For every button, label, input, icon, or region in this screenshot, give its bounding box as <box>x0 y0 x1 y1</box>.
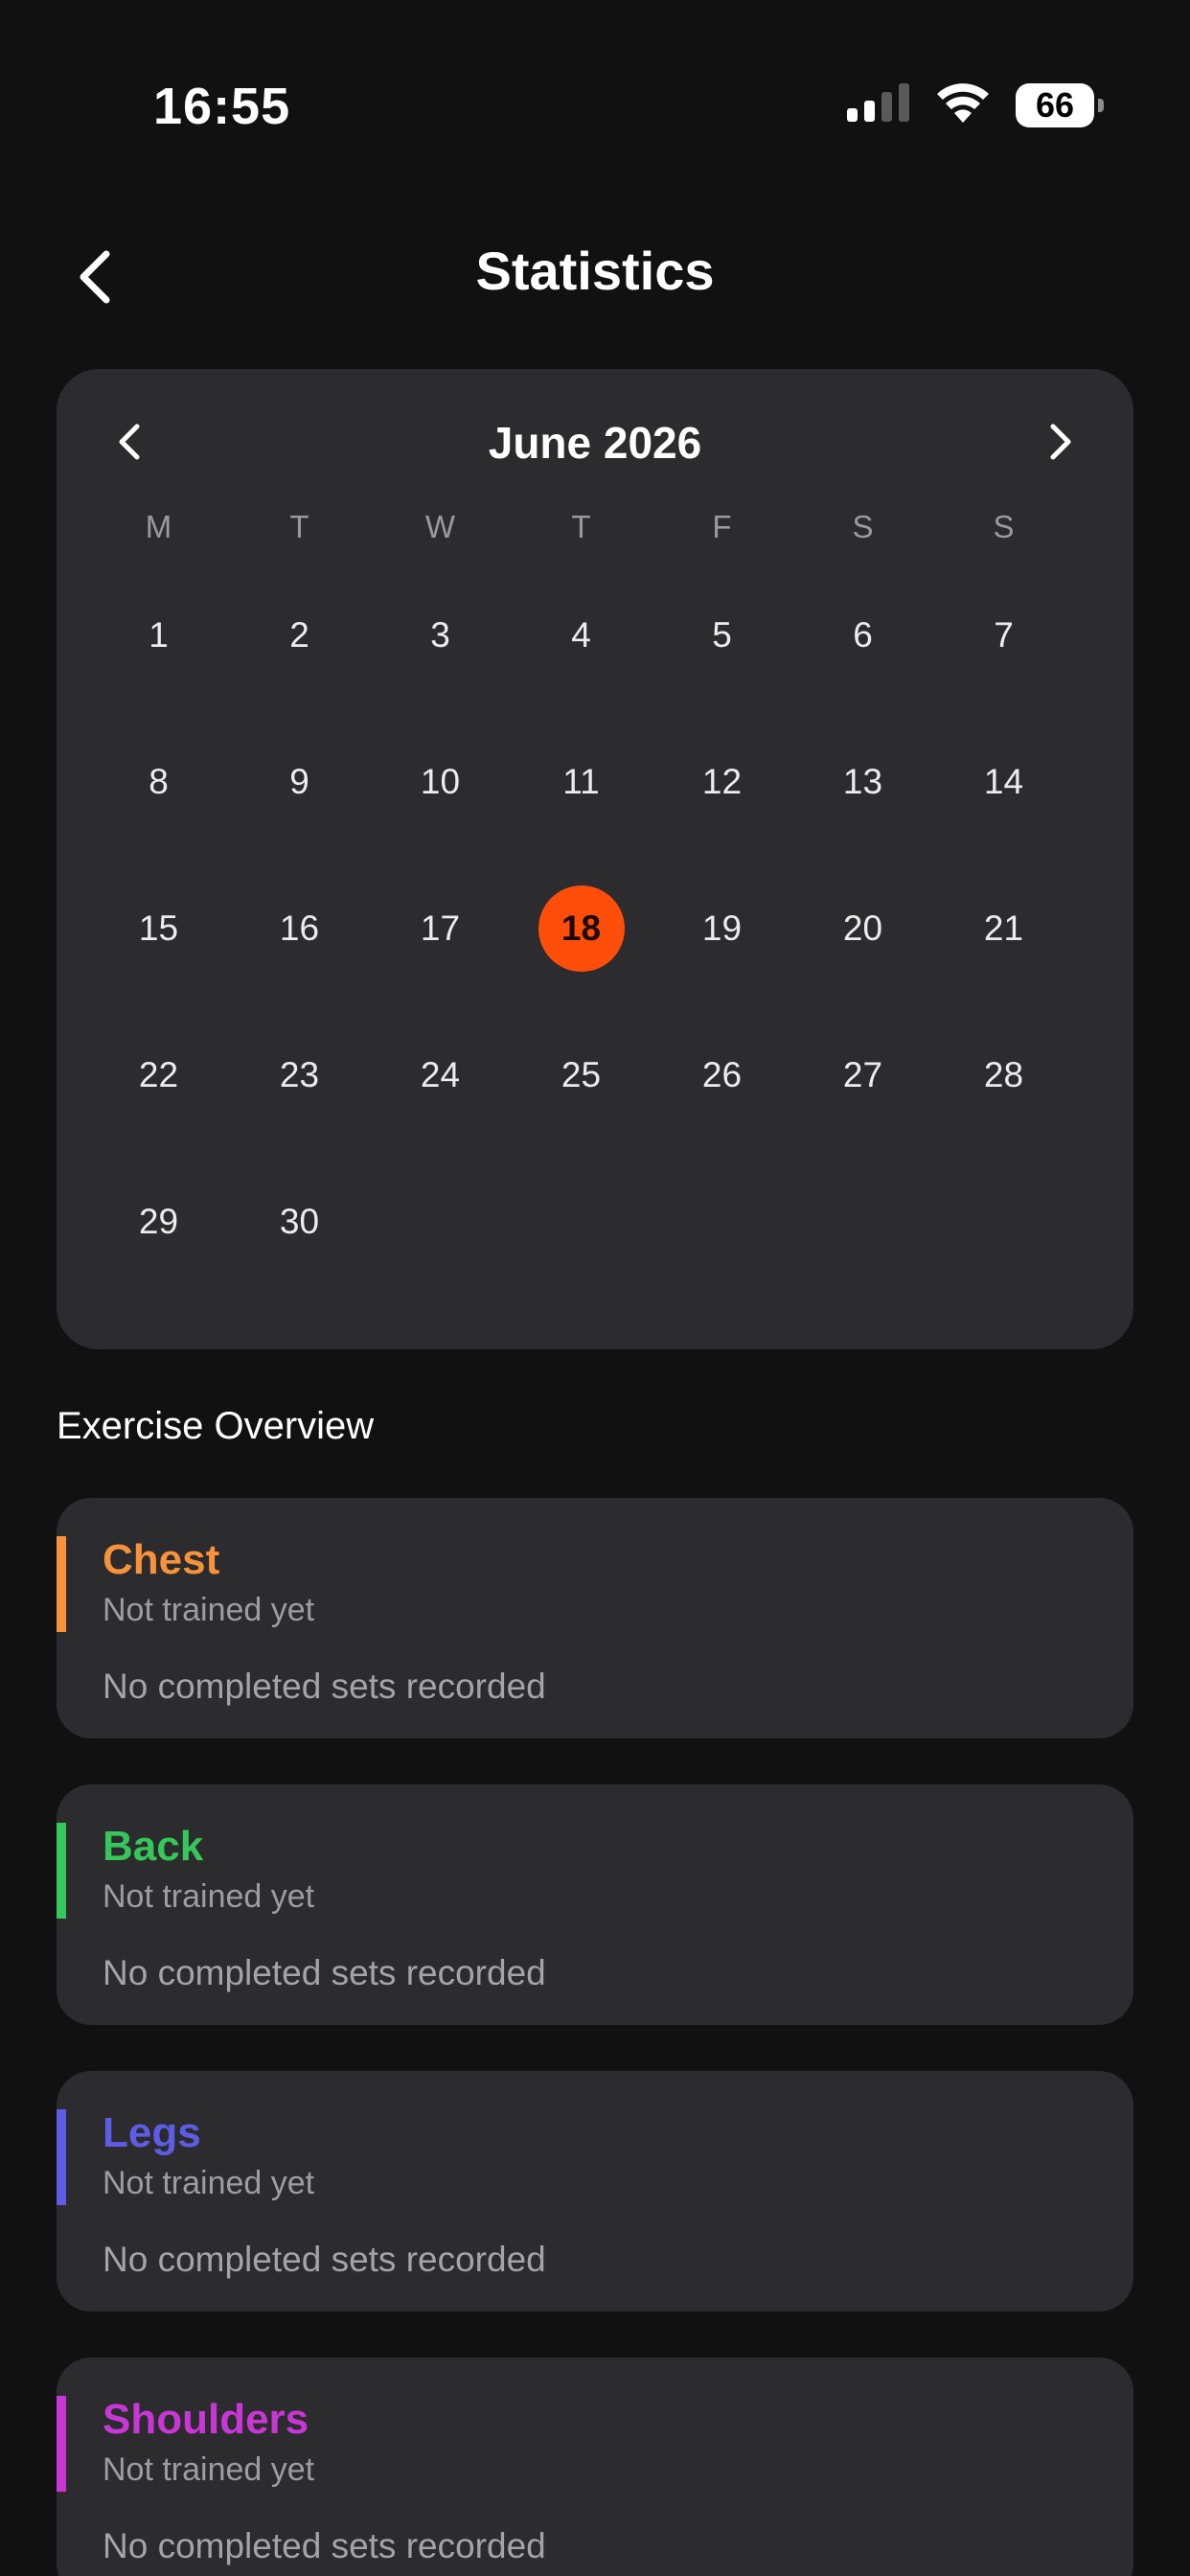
cellular-signal-icon <box>847 83 910 126</box>
weekday-label: F <box>712 509 732 544</box>
exercise-status: Not trained yet <box>103 2451 315 2488</box>
chevron-right-icon <box>1047 423 1074 466</box>
calendar-week: 15 16 17 18 19 20 21 <box>88 886 1074 972</box>
exercise-sets-summary: No completed sets recorded <box>103 1953 546 1992</box>
exercise-card-back[interactable]: Back Not trained yet No completed sets r… <box>57 1784 1133 2025</box>
exercise-sets-summary: No completed sets recorded <box>103 2240 546 2279</box>
exercise-status: Not trained yet <box>103 2165 315 2201</box>
weekday-label: S <box>852 509 874 544</box>
header: Statistics <box>0 226 1190 322</box>
status-icons: 66 <box>847 82 1104 127</box>
weekday-header: M T W T F S S <box>88 509 1074 545</box>
calendar-day[interactable]: 21 <box>961 886 1047 972</box>
exercise-card-legs[interactable]: Legs Not trained yet No completed sets r… <box>57 2071 1133 2312</box>
exercise-card-shoulders[interactable]: Shoulders Not trained yet No completed s… <box>57 2358 1133 2576</box>
weekday-label: W <box>424 509 456 544</box>
calendar-week: 29 30 <box>88 1179 1074 1265</box>
calendar-day[interactable]: 6 <box>820 592 906 678</box>
calendar-day[interactable]: 29 <box>116 1179 202 1265</box>
calendar-day[interactable]: 7 <box>961 592 1047 678</box>
calendar-day[interactable]: 12 <box>679 739 766 825</box>
calendar-card: June 2026 M T W T F S S 1 2 3 4 5 6 7 8 … <box>57 369 1133 1349</box>
weekday-label: T <box>289 509 309 544</box>
calendar-day-empty <box>538 1179 625 1265</box>
exercise-color-bar <box>57 1536 66 1632</box>
exercise-status: Not trained yet <box>103 1592 315 1628</box>
calendar-day[interactable]: 20 <box>820 886 906 972</box>
calendar-day[interactable]: 30 <box>257 1179 343 1265</box>
exercise-color-bar <box>57 2109 66 2205</box>
weekday-label: S <box>993 509 1015 544</box>
calendar-day[interactable]: 1 <box>116 592 202 678</box>
battery-level: 66 <box>1035 84 1075 125</box>
weekday-label: T <box>571 509 591 544</box>
wifi-icon <box>935 82 991 127</box>
calendar-day[interactable]: 17 <box>398 886 484 972</box>
calendar-day[interactable]: 22 <box>116 1032 202 1118</box>
battery-icon: 66 <box>1016 82 1104 127</box>
calendar-day[interactable]: 23 <box>257 1032 343 1118</box>
status-bar: 16:55 66 <box>0 0 1190 192</box>
calendar-day[interactable]: 11 <box>538 739 625 825</box>
section-title: Exercise Overview <box>57 1405 375 1447</box>
calendar-day[interactable]: 24 <box>398 1032 484 1118</box>
calendar-week: 1 2 3 4 5 6 7 <box>88 592 1074 678</box>
exercise-name: Back <box>103 1823 204 1870</box>
calendar-day-empty <box>398 1179 484 1265</box>
calendar-day[interactable]: 4 <box>538 592 625 678</box>
exercise-name: Chest <box>103 1536 220 1583</box>
calendar-day[interactable]: 15 <box>116 886 202 972</box>
calendar-day[interactable]: 28 <box>961 1032 1047 1118</box>
calendar-day-empty <box>961 1179 1047 1265</box>
status-time: 16:55 <box>153 78 291 135</box>
exercise-card-chest[interactable]: Chest Not trained yet No completed sets … <box>57 1498 1133 1738</box>
calendar-day[interactable]: 10 <box>398 739 484 825</box>
calendar-week: 22 23 24 25 26 27 28 <box>88 1032 1074 1118</box>
calendar-day[interactable]: 8 <box>116 739 202 825</box>
weekday-label: M <box>145 509 172 544</box>
exercise-color-bar <box>57 2396 66 2492</box>
calendar-day[interactable]: 13 <box>820 739 906 825</box>
calendar-day[interactable]: 14 <box>961 739 1047 825</box>
next-month-button[interactable] <box>1032 415 1089 472</box>
calendar-day[interactable]: 2 <box>257 592 343 678</box>
exercise-status: Not trained yet <box>103 1878 315 1915</box>
calendar-day-empty <box>820 1179 906 1265</box>
exercise-sets-summary: No completed sets recorded <box>103 1667 546 1706</box>
calendar-month-label: June 2026 <box>488 418 702 468</box>
calendar-day[interactable]: 26 <box>679 1032 766 1118</box>
calendar-day-selected[interactable]: 18 <box>538 886 625 972</box>
calendar-day[interactable]: 19 <box>679 886 766 972</box>
statistics-screen: 16:55 66 Statistics June 2026 M T W T F … <box>0 0 1190 2576</box>
calendar-day[interactable]: 9 <box>257 739 343 825</box>
exercise-sets-summary: No completed sets recorded <box>103 2526 546 2565</box>
exercise-name: Shoulders <box>103 2396 309 2443</box>
calendar-day[interactable]: 5 <box>679 592 766 678</box>
calendar-day-empty <box>679 1179 766 1265</box>
calendar-week: 8 9 10 11 12 13 14 <box>88 739 1074 825</box>
calendar-day[interactable]: 16 <box>257 886 343 972</box>
page-title: Statistics <box>475 241 715 301</box>
exercise-color-bar <box>57 1823 66 1919</box>
calendar-day[interactable]: 27 <box>820 1032 906 1118</box>
calendar-day[interactable]: 3 <box>398 592 484 678</box>
calendar-day[interactable]: 25 <box>538 1032 625 1118</box>
exercise-name: Legs <box>103 2109 201 2156</box>
